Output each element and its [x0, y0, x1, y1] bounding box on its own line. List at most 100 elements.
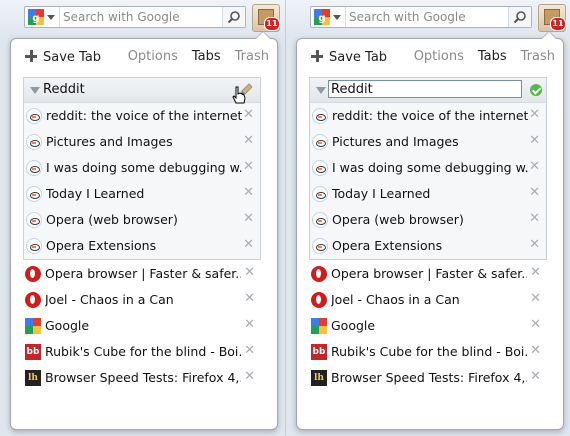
collapse-triangle-icon[interactable] — [316, 87, 326, 94]
collapse-triangle-icon[interactable] — [30, 87, 40, 94]
search-button[interactable] — [508, 7, 531, 27]
close-icon[interactable]: ✕ — [530, 369, 541, 384]
grouped-tab-row[interactable]: Opera (web browser) ✕ — [310, 207, 546, 233]
grouped-tab-row[interactable]: Pictures and Images ✕ — [310, 129, 546, 155]
tab-title[interactable]: reddit: the voice of the internet... — [332, 108, 528, 123]
tab-title[interactable]: Pictures and Images — [46, 134, 242, 149]
close-icon[interactable]: ✕ — [244, 317, 255, 332]
tab-title[interactable]: Today I Learned — [46, 186, 242, 201]
grouped-tab-row[interactable]: I was doing some debugging w... ✕ — [310, 155, 546, 181]
tab-trash[interactable]: Trash — [521, 49, 555, 64]
search-box[interactable]: g Search with Google — [310, 6, 532, 28]
close-icon[interactable]: ✕ — [244, 343, 255, 358]
close-icon[interactable]: ✕ — [243, 211, 254, 226]
tab-options[interactable]: Options — [128, 49, 178, 64]
grouped-tab-row[interactable]: reddit: the voice of the internet... ✕ — [310, 103, 546, 129]
tab-title[interactable]: Pictures and Images — [332, 134, 528, 149]
plus-icon — [311, 50, 323, 62]
tab-row[interactable]: Joel - Chaos in a Can ✕ — [23, 287, 261, 313]
tab-row[interactable]: lh Browser Speed Tests: Firefox 4,... ✕ — [23, 365, 261, 391]
search-box[interactable]: g Search with Google — [24, 6, 246, 28]
tab-group-header[interactable]: Reddit — [24, 78, 260, 104]
grouped-tab-row[interactable]: I was doing some debugging w... ✕ — [24, 155, 260, 181]
close-icon[interactable]: ✕ — [243, 159, 254, 174]
search-button[interactable] — [222, 7, 245, 27]
close-icon[interactable]: ✕ — [243, 133, 254, 148]
grouped-tab-row[interactable]: Opera (web browser) ✕ — [24, 207, 260, 233]
tab-title[interactable]: Joel - Chaos in a Can — [45, 292, 241, 307]
close-icon[interactable]: ✕ — [244, 291, 255, 306]
tab-title[interactable]: Opera browser | Faster & safer... — [331, 266, 527, 281]
extension-popup: Save Tab Options Tabs Trash reddit: the vo… — [296, 31, 564, 430]
tab-options[interactable]: Options — [414, 49, 464, 64]
tab-title[interactable]: Today I Learned — [332, 186, 528, 201]
save-tab-button[interactable]: Save Tab — [311, 49, 387, 65]
tab-row[interactable]: Joel - Chaos in a Can ✕ — [309, 287, 547, 313]
close-icon[interactable]: ✕ — [530, 343, 541, 358]
tab-row[interactable]: Opera browser | Faster & safer... ✕ — [309, 261, 547, 287]
close-icon[interactable]: ✕ — [529, 237, 540, 252]
close-icon[interactable]: ✕ — [529, 133, 540, 148]
tab-row[interactable]: Google ✕ — [309, 313, 547, 339]
grouped-tab-row[interactable]: Opera Extensions ✕ — [310, 233, 546, 259]
tab-title[interactable]: Google — [331, 318, 527, 333]
grouped-tab-row[interactable]: reddit: the voice of the internet... ✕ — [24, 103, 260, 129]
svg-text:g: g — [32, 13, 39, 24]
tab-title[interactable]: Opera (web browser) — [332, 212, 528, 227]
reddit-icon — [26, 186, 42, 202]
grouped-tab-row[interactable]: Pictures and Images ✕ — [24, 129, 260, 155]
search-icon — [227, 11, 240, 24]
grouped-tab-row[interactable]: Opera Extensions ✕ — [24, 233, 260, 259]
tab-tabs[interactable]: Tabs — [192, 49, 221, 64]
tab-title[interactable]: Opera browser | Faster & safer... — [45, 266, 241, 281]
tab-title[interactable]: I was doing some debugging w... — [46, 160, 242, 175]
tab-row[interactable]: Google ✕ — [23, 313, 261, 339]
tab-vault-extension-button[interactable]: 11 — [252, 4, 280, 32]
tab-trash[interactable]: Trash — [235, 49, 269, 64]
tab-title[interactable]: Joel - Chaos in a Can — [331, 292, 527, 307]
tab-tabs[interactable]: Tabs — [478, 49, 507, 64]
close-icon[interactable]: ✕ — [529, 159, 540, 174]
close-icon[interactable]: ✕ — [243, 237, 254, 252]
reddit-icon — [26, 212, 42, 228]
tab-row[interactable]: lh Browser Speed Tests: Firefox 4,... ✕ — [309, 365, 547, 391]
close-icon[interactable]: ✕ — [244, 369, 255, 384]
grouped-tab-row[interactable]: Today I Learned ✕ — [310, 181, 546, 207]
close-icon[interactable]: ✕ — [530, 317, 541, 332]
extension-popup: Save Tab Options Tabs Trash Reddit reddi… — [10, 31, 278, 430]
tab-title[interactable]: Browser Speed Tests: Firefox 4,... — [45, 370, 241, 385]
tab-title[interactable]: I was doing some debugging w... — [332, 160, 528, 175]
tab-title[interactable]: Opera Extensions — [332, 238, 528, 253]
tab-row[interactable]: bb Rubik's Cube for the blind - Boi... ✕ — [23, 339, 261, 365]
tab-title[interactable]: Google — [45, 318, 241, 333]
tab-title[interactable]: Browser Speed Tests: Firefox 4,... — [331, 370, 527, 385]
search-input[interactable]: Search with Google — [349, 10, 466, 24]
close-icon[interactable]: ✕ — [529, 107, 540, 122]
tab-title[interactable]: reddit: the voice of the internet... — [46, 108, 242, 123]
close-icon[interactable]: ✕ — [530, 265, 541, 280]
close-icon[interactable]: ✕ — [530, 291, 541, 306]
close-icon[interactable]: ✕ — [244, 265, 255, 280]
tab-title[interactable]: Rubik's Cube for the blind - Boi... — [45, 344, 241, 359]
search-input[interactable]: Search with Google — [63, 10, 180, 24]
search-engine-selector[interactable]: g — [311, 7, 346, 27]
close-icon[interactable]: ✕ — [243, 185, 254, 200]
close-icon[interactable]: ✕ — [243, 107, 254, 122]
group-title-input[interactable] — [328, 80, 522, 98]
confirm-check-icon[interactable] — [530, 84, 542, 96]
reddit-icon — [312, 238, 328, 254]
tab-row[interactable]: bb Rubik's Cube for the blind - Boi... ✕ — [309, 339, 547, 365]
tab-row[interactable]: Opera browser | Faster & safer... ✕ — [23, 261, 261, 287]
reddit-icon — [312, 134, 328, 150]
save-tab-button[interactable]: Save Tab — [25, 49, 101, 65]
close-icon[interactable]: ✕ — [529, 211, 540, 226]
tab-title[interactable]: Opera Extensions — [46, 238, 242, 253]
tab-title[interactable]: Opera (web browser) — [46, 212, 242, 227]
grouped-tab-row[interactable]: Today I Learned ✕ — [24, 181, 260, 207]
close-icon[interactable]: ✕ — [529, 185, 540, 200]
ungrouped-tab-list: Opera browser | Faster & safer... ✕ Joel… — [309, 261, 547, 391]
tab-group-header — [310, 78, 546, 103]
tab-title[interactable]: Rubik's Cube for the blind - Boi... — [331, 344, 527, 359]
search-engine-selector[interactable]: g — [25, 7, 60, 27]
tab-vault-extension-button[interactable]: 11 — [538, 4, 566, 32]
